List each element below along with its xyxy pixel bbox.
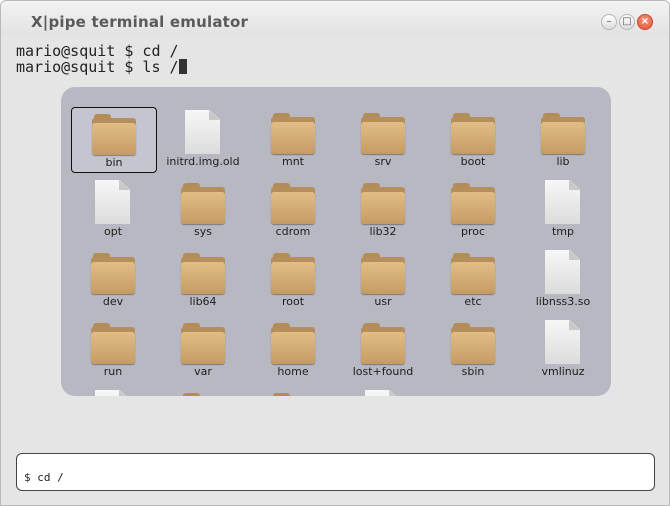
file-item[interactable]: tmp (521, 177, 607, 243)
file-label: run (103, 365, 123, 378)
folder-icon (271, 253, 315, 295)
folder-item[interactable]: etc (431, 247, 517, 313)
folder-icon (451, 183, 495, 225)
file-label: home (277, 365, 309, 378)
folder-icon (361, 113, 405, 155)
file-label: opt (103, 225, 123, 238)
folder-icon (361, 323, 405, 365)
text-cursor (178, 59, 187, 74)
terminal-line: mario@squit $ ls / (16, 59, 187, 75)
folder-icon (181, 393, 225, 396)
folder-icon (271, 183, 315, 225)
file-item[interactable]: opt (71, 177, 157, 243)
terminal-window: X|pipe terminal emulator – □ × mario@squ… (0, 0, 670, 506)
file-icon (545, 250, 580, 294)
minimize-button[interactable]: – (601, 14, 617, 30)
file-label: var (194, 365, 212, 378)
folder-item[interactable]: lib64 (161, 247, 247, 313)
folder-item[interactable]: srv (341, 107, 427, 173)
folder-icon (271, 113, 315, 155)
file-item[interactable] (341, 387, 427, 396)
file-label: vmlinuz (541, 365, 585, 378)
folder-icon (92, 114, 136, 156)
folder-item[interactable]: boot (431, 107, 517, 173)
file-label: cdrom (275, 225, 311, 238)
file-label: lib64 (189, 295, 217, 308)
folder-item[interactable]: bin (71, 107, 157, 173)
file-icon (95, 180, 130, 224)
folder-item[interactable]: lost+found (341, 317, 427, 383)
folder-item[interactable]: sys (161, 177, 247, 243)
folder-item[interactable]: run (71, 317, 157, 383)
folder-item[interactable]: cdrom (251, 177, 337, 243)
folder-icon (181, 253, 225, 295)
file-label: etc (464, 295, 482, 308)
folder-item[interactable]: usr (341, 247, 427, 313)
file-item[interactable]: libnss3.so (521, 247, 607, 313)
folder-item[interactable]: lib32 (341, 177, 427, 243)
folder-icon (451, 323, 495, 365)
folder-item[interactable]: home (251, 317, 337, 383)
file-listing-panel[interactable]: bin initrd.img.old mnt srv boot lib opt sys cdro… (61, 87, 611, 396)
folder-icon (91, 253, 135, 295)
folder-icon (271, 323, 315, 365)
file-label: initrd.img.old (166, 155, 240, 168)
folder-item[interactable]: proc (431, 177, 517, 243)
file-icon (545, 180, 580, 224)
file-label: sys (194, 225, 212, 238)
folder-item[interactable] (251, 387, 337, 396)
folder-item[interactable]: dev (71, 247, 157, 313)
window-title: X|pipe terminal emulator (31, 13, 249, 31)
file-label: mnt (282, 155, 304, 168)
file-label: lost+found (352, 365, 414, 378)
folder-icon (541, 113, 585, 155)
file-label: tmp (551, 225, 574, 238)
file-icon (545, 320, 580, 364)
file-item[interactable] (71, 387, 157, 396)
folder-icon (91, 323, 135, 365)
file-label: dev (102, 295, 124, 308)
folder-icon (271, 393, 315, 396)
folder-item[interactable]: mnt (251, 107, 337, 173)
file-label: root (281, 295, 305, 308)
file-label: libnss3.so (535, 295, 591, 308)
maximize-button[interactable]: □ (619, 14, 635, 30)
file-label: usr (374, 295, 392, 308)
folder-icon (451, 113, 495, 155)
file-label: lib (556, 155, 570, 168)
file-label: proc (460, 225, 486, 238)
close-button[interactable]: × (637, 14, 653, 30)
terminal-line: mario@squit $ cd / (16, 42, 179, 60)
folder-icon (361, 253, 405, 295)
file-icon (185, 110, 220, 154)
terminal-output[interactable]: mario@squit $ cd / mario@squit $ ls / (16, 43, 187, 75)
command-input[interactable] (16, 453, 655, 491)
file-label: lib32 (369, 225, 397, 238)
folder-item[interactable]: var (161, 317, 247, 383)
file-item[interactable]: initrd.img.old (161, 107, 247, 173)
folder-icon (181, 323, 225, 365)
folder-icon (361, 183, 405, 225)
file-item[interactable]: vmlinuz (521, 317, 607, 383)
folder-item[interactable]: sbin (431, 317, 517, 383)
file-label: boot (460, 155, 486, 168)
folder-icon (451, 253, 495, 295)
title-bar[interactable]: X|pipe terminal emulator – □ × (1, 1, 669, 35)
folder-item[interactable]: root (251, 247, 337, 313)
file-label: sbin (461, 365, 485, 378)
terminal-line-text: mario@squit $ ls / (16, 58, 179, 76)
file-icon (365, 390, 400, 396)
folder-item[interactable] (161, 387, 247, 396)
folder-item[interactable]: lib (521, 107, 607, 173)
file-label: srv (374, 155, 392, 168)
file-icon (95, 390, 130, 396)
folder-icon (181, 183, 225, 225)
